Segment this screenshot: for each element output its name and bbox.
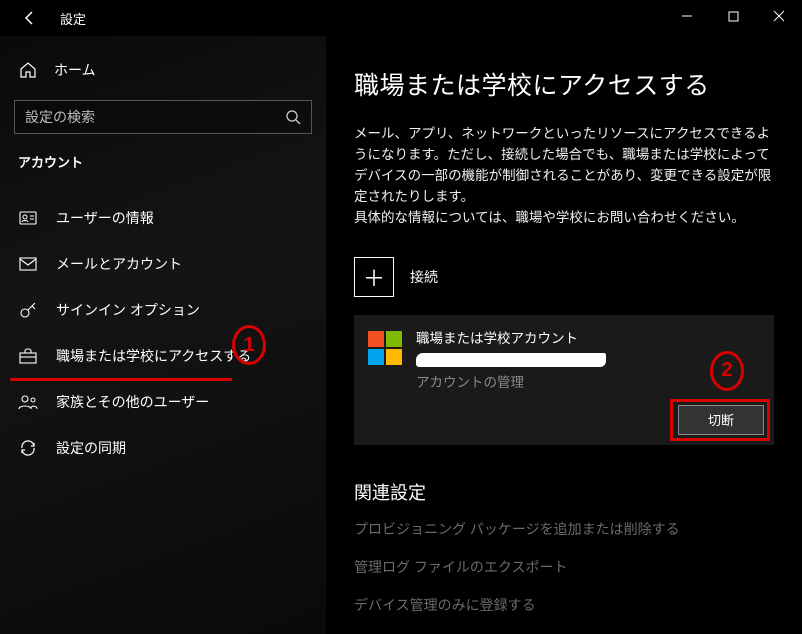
search-icon [285, 109, 301, 125]
disconnect-button[interactable]: 切断 [678, 405, 764, 435]
related-link-device-mgmt[interactable]: デバイス管理のみに登録する [354, 595, 774, 615]
home-icon [18, 61, 38, 79]
sidebar-item-label: 家族とその他のユーザー [56, 392, 209, 412]
mail-icon [18, 257, 38, 271]
account-card[interactable]: 職場または学校アカウント アカウントの管理 切断 2 [354, 315, 774, 445]
sidebar-item-family-users[interactable]: 家族とその他のユーザー [0, 379, 326, 425]
sidebar-item-sync[interactable]: 設定の同期 [0, 425, 326, 471]
sidebar-item-email-accounts[interactable]: メールとアカウント [0, 241, 326, 287]
main-panel: 職場または学校にアクセスする メール、アプリ、ネットワークといったリソースにアク… [326, 36, 802, 634]
sidebar-item-work-school[interactable]: 職場または学校にアクセスする [0, 333, 326, 379]
home-label: ホーム [54, 60, 96, 80]
minimize-button[interactable] [664, 0, 710, 32]
related-link-provisioning[interactable]: プロビジョニング パッケージを追加または削除する [354, 519, 774, 539]
briefcase-icon [18, 348, 38, 364]
sync-icon [18, 439, 38, 457]
plus-icon: ＋ [354, 257, 394, 297]
sidebar-item-user-info[interactable]: ユーザーの情報 [0, 195, 326, 241]
related-settings: 関連設定 プロビジョニング パッケージを追加または削除する 管理ログ ファイルの… [354, 479, 774, 615]
sidebar-item-signin-options[interactable]: サインイン オプション [0, 287, 326, 333]
home-nav[interactable]: ホーム [0, 54, 326, 96]
connect-button[interactable]: ＋ 接続 [354, 257, 774, 297]
account-manage-link[interactable]: アカウントの管理 [416, 373, 606, 393]
account-title: 職場または学校アカウント [416, 329, 606, 349]
related-link-export-log[interactable]: 管理ログ ファイルのエクスポート [354, 557, 774, 577]
window-title: 設定 [60, 9, 86, 28]
sidebar-item-label: メールとアカウント [56, 254, 182, 274]
sidebar-item-label: ユーザーの情報 [56, 208, 154, 228]
related-heading: 関連設定 [354, 479, 774, 505]
user-icon [18, 211, 38, 225]
people-icon [18, 394, 38, 410]
sidebar-item-label: サインイン オプション [56, 300, 200, 320]
maximize-button[interactable] [710, 0, 756, 32]
sidebar: ホーム 設定の検索 アカウント ユーザーの情報 メールとアカウント [0, 36, 326, 634]
page-description: メール、アプリ、ネットワークといったリソースにアクセスできるようになります。ただ… [354, 124, 774, 229]
key-icon [18, 301, 38, 319]
search-input[interactable]: 設定の検索 [14, 100, 312, 134]
sidebar-item-label: 職場または学校にアクセスする [56, 346, 251, 366]
close-button[interactable] [756, 0, 802, 32]
search-placeholder: 設定の検索 [25, 107, 95, 127]
section-heading: アカウント [0, 152, 326, 179]
sidebar-item-label: 設定の同期 [56, 438, 126, 458]
back-button[interactable] [12, 0, 48, 36]
microsoft-logo-icon [368, 331, 402, 365]
redacted-email [416, 353, 606, 367]
page-title: 職場または学校にアクセスする [354, 66, 774, 102]
connect-label: 接続 [410, 267, 438, 287]
